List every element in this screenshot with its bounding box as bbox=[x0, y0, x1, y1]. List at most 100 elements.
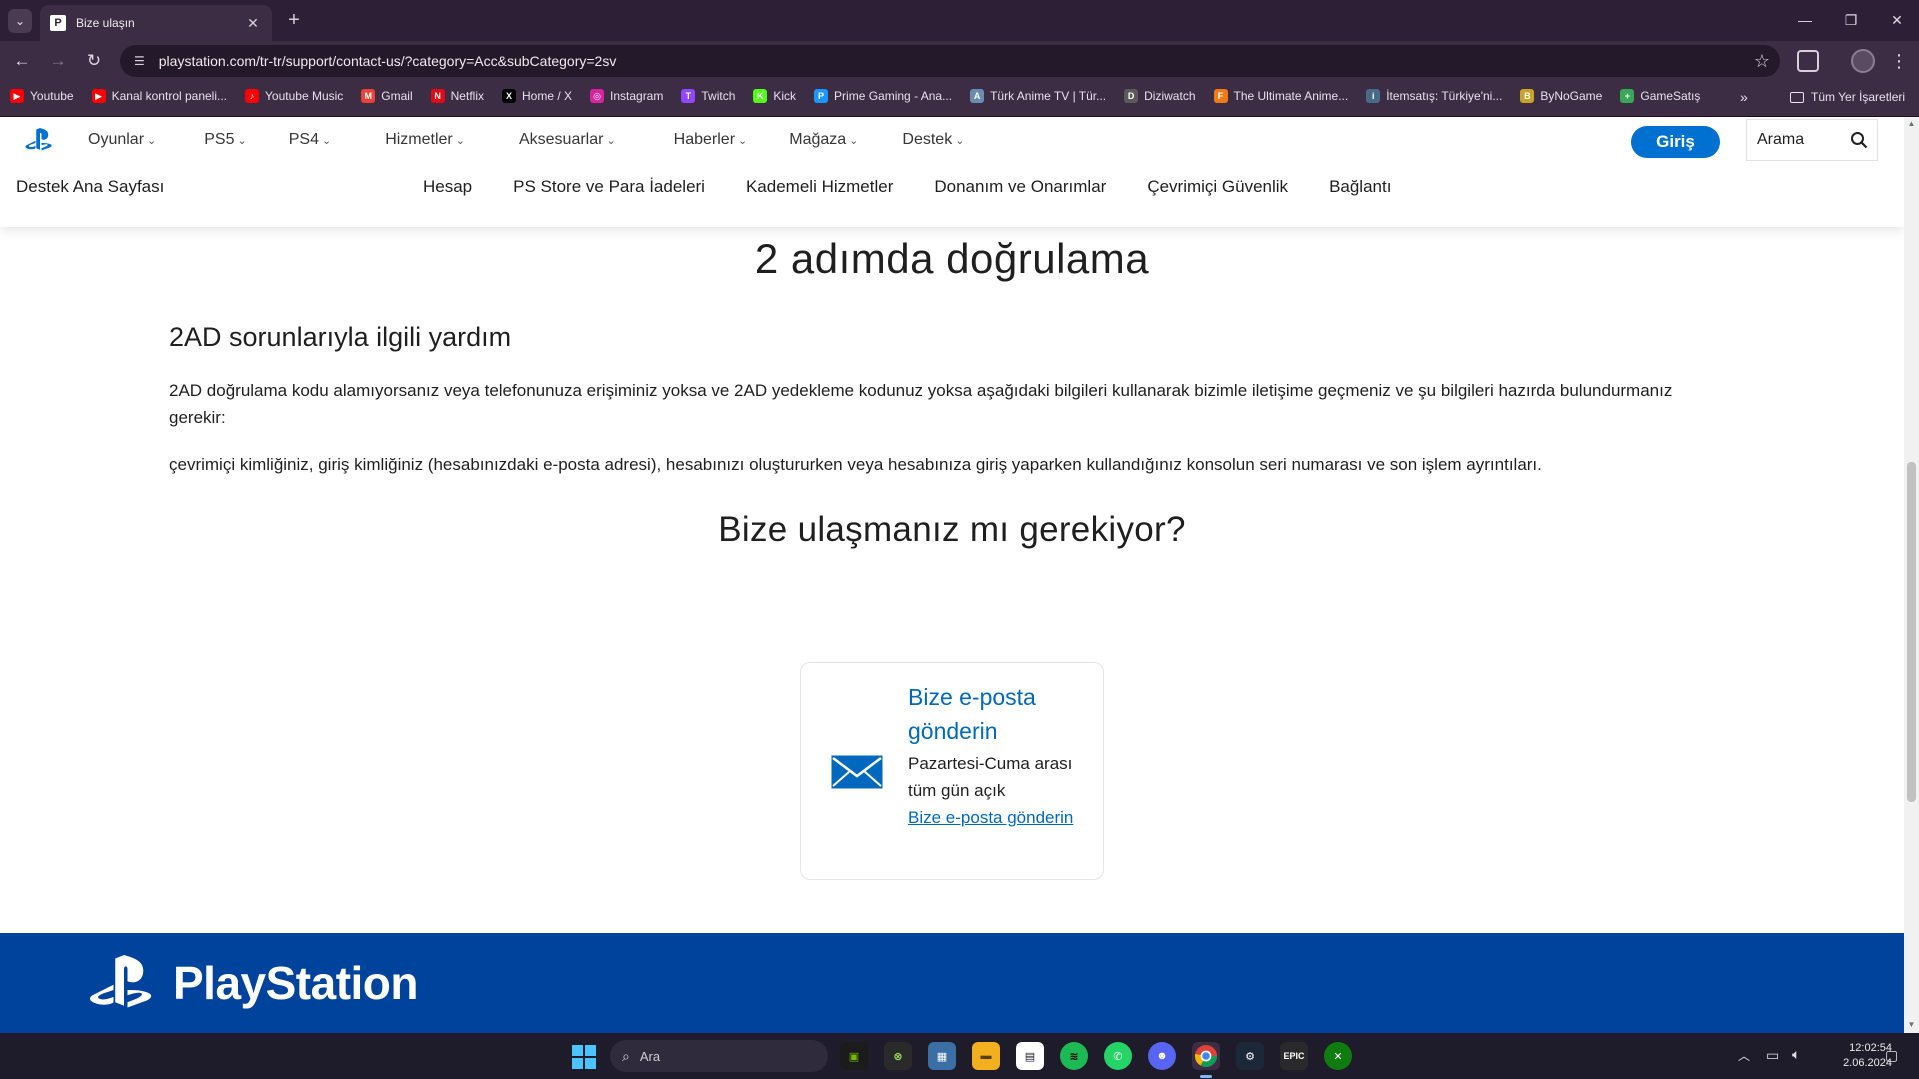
nav-menu-item[interactable]: PS5 ⌄ bbox=[204, 128, 246, 152]
subnav-link[interactable]: Donanım ve Onarımlar bbox=[934, 177, 1106, 197]
bookmark-item[interactable]: T Twitch bbox=[681, 89, 735, 103]
spotify-icon[interactable]: ≋ bbox=[1060, 1042, 1088, 1070]
search-placeholder: Arama bbox=[1757, 131, 1805, 148]
bookmark-item[interactable]: N Netflix bbox=[430, 89, 484, 103]
nvidia-app-icon[interactable]: ▣ bbox=[840, 1042, 868, 1070]
steam-icon[interactable]: ⚙ bbox=[1236, 1042, 1264, 1070]
tab-search-button[interactable]: ⌄ bbox=[8, 9, 32, 33]
bookmark-label: Instagram bbox=[610, 89, 664, 103]
bookmark-item[interactable]: ▶ Youtube bbox=[10, 89, 74, 103]
extensions-icon[interactable] bbox=[1797, 50, 1819, 72]
nav-menu-label: Oyunlar bbox=[88, 131, 145, 148]
bookmark-item[interactable]: ♪ Youtube Music bbox=[245, 89, 343, 103]
chrome-icon[interactable] bbox=[1192, 1042, 1220, 1070]
volume-icon[interactable]: 🔈︎ bbox=[1792, 1046, 1800, 1063]
reload-icon[interactable]: ↻ bbox=[82, 49, 106, 73]
file-explorer-icon[interactable]: ▬ bbox=[972, 1042, 1000, 1070]
bookmarks-overflow-icon[interactable]: » bbox=[1740, 89, 1748, 105]
bookmark-item[interactable]: P Prime Gaming - Ana... bbox=[814, 89, 952, 103]
browser-menu-icon[interactable]: ⋮ bbox=[1890, 48, 1908, 74]
all-bookmarks-label: Tüm Yer İşaretleri bbox=[1811, 90, 1906, 104]
subnav-link[interactable]: Çevrimiçi Güvenlik bbox=[1147, 177, 1288, 197]
nav-menu-item[interactable]: Mağaza ⌄ bbox=[789, 128, 858, 152]
bookmark-favicon-icon: X bbox=[501, 89, 516, 103]
microsoft-store-icon[interactable]: ▤ bbox=[1016, 1042, 1044, 1070]
scroll-down-icon[interactable]: ▼ bbox=[1907, 1020, 1916, 1029]
bookmark-item[interactable]: X Home / X bbox=[501, 89, 572, 103]
taskbar-search-input[interactable]: ⌕ Ara bbox=[610, 1040, 828, 1072]
windows-start-icon[interactable] bbox=[572, 1045, 596, 1069]
bookmark-favicon-icon: ▶ bbox=[10, 89, 24, 103]
send-email-link[interactable]: Bize e-posta gönderin bbox=[908, 804, 1088, 831]
subnav-link[interactable]: Hesap bbox=[423, 177, 472, 197]
bookmark-favicon-icon: ▶ bbox=[91, 89, 106, 103]
page-scrollbar[interactable]: ▲ ▼ bbox=[1904, 117, 1919, 1033]
playstation-logo-icon[interactable] bbox=[25, 128, 55, 152]
discord-icon[interactable]: ☻ bbox=[1148, 1042, 1176, 1070]
bookmark-favicon-icon: ♪ bbox=[245, 89, 260, 103]
bookmark-favicon-icon: ◎ bbox=[590, 89, 604, 103]
forward-arrow-icon[interactable]: → bbox=[46, 49, 70, 73]
nav-menu-item[interactable]: Haberler ⌄ bbox=[674, 128, 748, 152]
bookmark-item[interactable]: M Gmail bbox=[361, 89, 413, 103]
scroll-up-icon[interactable]: ▲ bbox=[1907, 119, 1916, 128]
bookmark-favicon-icon: F bbox=[1213, 89, 1228, 103]
scroll-thumb[interactable] bbox=[1907, 462, 1916, 802]
site-header: Oyunlar ⌄ PS5 ⌄ PS4 ⌄ Hizmetler ⌄ Aksesuarlar ⌄ Ha… bbox=[0, 117, 1904, 227]
bookmark-item[interactable]: + GameSatış bbox=[1620, 89, 1700, 103]
playstation-favicon-icon: P bbox=[50, 15, 66, 31]
search-icon[interactable] bbox=[1841, 119, 1877, 161]
nav-menu-label: PS4 bbox=[288, 131, 319, 148]
bookmark-item[interactable]: K Kick bbox=[753, 89, 796, 103]
subnav-link[interactable]: PS Store ve Para İadeleri bbox=[513, 177, 705, 197]
system-clock[interactable]: 12:02:54 2.06.2024 bbox=[1822, 1041, 1892, 1071]
support-home-link[interactable]: Destek Ana Sayfası bbox=[16, 177, 164, 197]
epic-games-icon[interactable]: EPIC bbox=[1280, 1042, 1308, 1070]
bookmark-star-icon[interactable]: ☆ bbox=[1744, 51, 1780, 72]
page-title: 2 adımda doğrulama bbox=[754, 235, 1150, 282]
all-bookmarks-button[interactable]: Tüm Yer İşaretleri bbox=[1790, 90, 1905, 104]
search-input[interactable]: Arama bbox=[1746, 119, 1878, 161]
bookmark-label: Home / X bbox=[521, 89, 572, 103]
nav-menu-item[interactable]: Aksesuarlar ⌄ bbox=[519, 128, 616, 152]
bookmarks-bar: ▶ Youtube ▶ Kanal kontrol paneli... ♪ Youtube… bbox=[0, 81, 1919, 117]
footer-logo[interactable]: PlayStation bbox=[89, 955, 419, 1011]
xbox-icon[interactable]: ✕ bbox=[1324, 1042, 1352, 1070]
main-menu: Oyunlar ⌄ PS5 ⌄ PS4 ⌄ Hizmetler ⌄ Aksesuarlar ⌄ Ha… bbox=[88, 128, 964, 152]
bookmark-item[interactable]: D Diziwatch bbox=[1124, 89, 1196, 103]
address-bar[interactable]: ☰ playstation.com/tr-tr/support/contact-… bbox=[120, 45, 1780, 77]
network-icon[interactable]: ▭ bbox=[1766, 1047, 1779, 1064]
tab-close-icon[interactable]: ✕ bbox=[244, 15, 262, 32]
subnav-link[interactable]: Kademeli Hizmetler bbox=[746, 177, 893, 197]
bookmark-label: Twitch bbox=[701, 89, 736, 103]
minimize-icon[interactable]: — bbox=[1790, 8, 1820, 32]
bookmark-item[interactable]: ▶ Kanal kontrol paneli... bbox=[91, 89, 227, 103]
bookmark-favicon-icon: K bbox=[753, 89, 768, 103]
bookmark-item[interactable]: F The Ultimate Anime... bbox=[1213, 89, 1348, 103]
tray-overflow-icon[interactable]: ︿ bbox=[1738, 1047, 1750, 1064]
bookmark-item[interactable]: B ByNoGame bbox=[1520, 89, 1602, 103]
url-text[interactable]: playstation.com/tr-tr/support/contact-us… bbox=[159, 53, 1744, 69]
nav-menu-item[interactable]: Oyunlar ⌄ bbox=[88, 128, 156, 152]
photos-icon[interactable]: ▦ bbox=[928, 1042, 956, 1070]
back-arrow-icon[interactable]: ← bbox=[10, 49, 34, 73]
new-tab-button[interactable]: + bbox=[283, 9, 305, 31]
bookmark-item[interactable]: ◎ Instagram bbox=[590, 89, 663, 103]
browser-tab-active[interactable]: P Bize ulaşın ✕ bbox=[40, 5, 272, 41]
signin-button[interactable]: Giriş bbox=[1631, 126, 1720, 158]
window-close-icon[interactable]: ✕ bbox=[1882, 8, 1912, 32]
nav-menu-item[interactable]: PS4 ⌄ bbox=[289, 128, 331, 152]
restore-icon[interactable]: ❐ bbox=[1836, 8, 1866, 32]
profile-avatar-icon[interactable] bbox=[1851, 49, 1875, 73]
nav-menu-item[interactable]: Hizmetler ⌄ bbox=[385, 128, 465, 152]
whatsapp-icon[interactable]: ✆ bbox=[1104, 1042, 1132, 1070]
subnav-link[interactable]: Bağlantı bbox=[1329, 177, 1391, 197]
bookmark-item[interactable]: i İtemsatış: Türkiye'ni... bbox=[1366, 89, 1502, 103]
card-title[interactable]: Bize e-posta gönderin bbox=[908, 680, 1088, 748]
site-info-icon[interactable]: ☰ bbox=[134, 54, 145, 68]
bookmark-item[interactable]: A Türk Anime TV | Tür... bbox=[970, 89, 1106, 103]
xbox-gamebar-icon[interactable]: ⊗ bbox=[884, 1042, 912, 1070]
nav-menu-item[interactable]: Destek ⌄ bbox=[902, 128, 964, 152]
notification-icon[interactable]: ▢ bbox=[1885, 1047, 1898, 1064]
envelope-icon bbox=[831, 755, 883, 789]
